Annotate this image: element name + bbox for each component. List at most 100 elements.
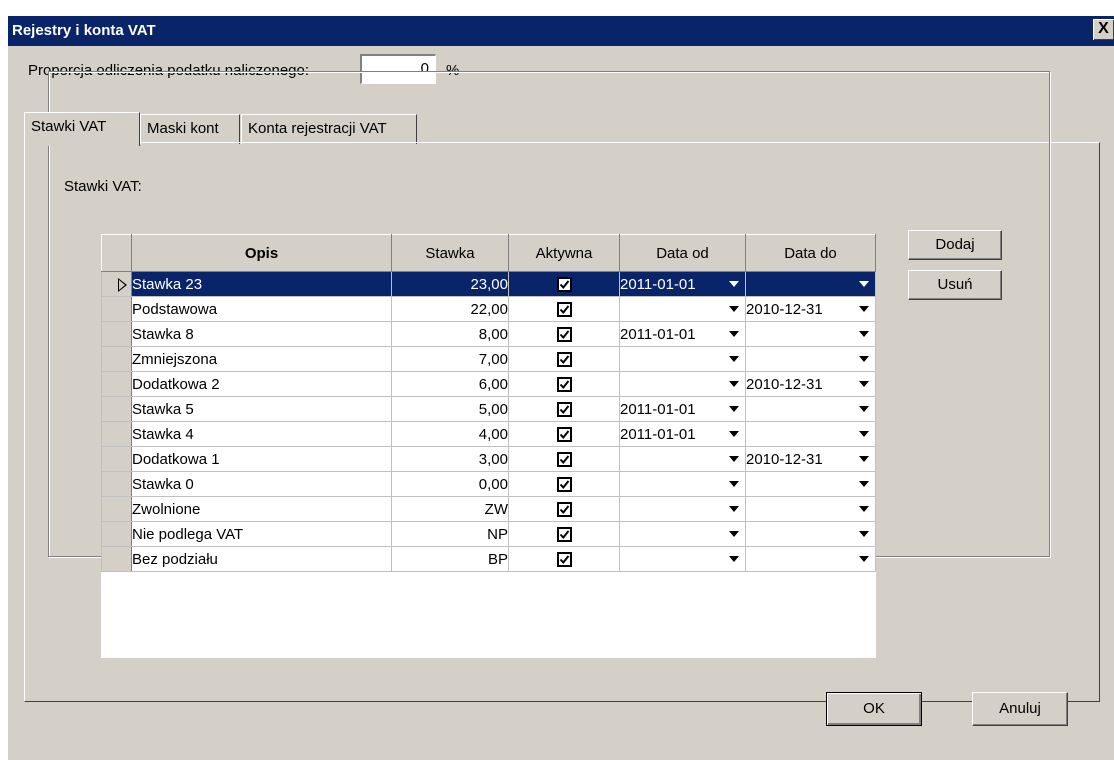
- cell-aktywna[interactable]: [508, 471, 620, 497]
- cell-data-od-combo[interactable]: 2011-01-01: [619, 321, 746, 347]
- dropdown-arrow-icon[interactable]: [859, 281, 869, 287]
- cell-data-do-combo[interactable]: [745, 396, 876, 422]
- dropdown-arrow-icon[interactable]: [859, 406, 869, 412]
- dropdown-arrow-icon[interactable]: [729, 556, 739, 562]
- cell-opis[interactable]: Dodatkowa 2: [131, 371, 392, 397]
- dropdown-arrow-icon[interactable]: [729, 381, 739, 387]
- cell-stawka[interactable]: BP: [391, 546, 509, 572]
- cell-data-do-combo[interactable]: 2010-12-31: [745, 446, 876, 472]
- cell-aktywna[interactable]: [508, 321, 620, 347]
- aktywna-checkbox[interactable]: [556, 552, 572, 568]
- cell-data-do-combo[interactable]: [745, 496, 876, 522]
- row-indicator[interactable]: [101, 321, 132, 347]
- dropdown-arrow-icon[interactable]: [859, 331, 869, 337]
- dropdown-arrow-icon[interactable]: [729, 331, 739, 337]
- cell-data-do-combo[interactable]: [745, 421, 876, 447]
- cell-opis[interactable]: Stawka 23: [131, 271, 392, 297]
- dropdown-arrow-icon[interactable]: [859, 431, 869, 437]
- dropdown-arrow-icon[interactable]: [859, 531, 869, 537]
- aktywna-checkbox[interactable]: [556, 277, 572, 293]
- cell-aktywna[interactable]: [508, 346, 620, 372]
- dropdown-arrow-icon[interactable]: [729, 306, 739, 312]
- cell-data-od-combo[interactable]: [619, 371, 746, 397]
- table-row[interactable]: Dodatkowa 2 6,00 2010-12-31: [101, 371, 876, 397]
- aktywna-checkbox[interactable]: [556, 502, 572, 518]
- aktywna-checkbox[interactable]: [556, 452, 572, 468]
- vat-rates-grid[interactable]: Opis Stawka Aktywna Data od Data do Staw…: [101, 234, 876, 658]
- cancel-button[interactable]: Anuluj: [972, 692, 1068, 726]
- row-indicator[interactable]: [101, 371, 132, 397]
- cell-opis[interactable]: Stawka 0: [131, 471, 392, 497]
- cell-opis[interactable]: Podstawowa: [131, 296, 392, 322]
- cell-data-od-combo[interactable]: 2011-01-01: [619, 421, 746, 447]
- cell-stawka[interactable]: 8,00: [391, 321, 509, 347]
- cell-stawka[interactable]: 5,00: [391, 396, 509, 422]
- table-row[interactable]: Stawka 4 4,00 2011-01-01: [101, 421, 876, 447]
- cell-stawka[interactable]: 0,00: [391, 471, 509, 497]
- aktywna-checkbox[interactable]: [556, 527, 572, 543]
- cell-aktywna[interactable]: [508, 271, 620, 297]
- aktywna-checkbox[interactable]: [556, 402, 572, 418]
- cell-aktywna[interactable]: [508, 546, 620, 572]
- title-bar[interactable]: Rejestry i konta VAT X: [8, 16, 1114, 46]
- cell-data-do-combo[interactable]: [745, 346, 876, 372]
- cell-data-od-combo[interactable]: [619, 471, 746, 497]
- cell-opis[interactable]: Stawka 5: [131, 396, 392, 422]
- dropdown-arrow-icon[interactable]: [729, 356, 739, 362]
- cell-aktywna[interactable]: [508, 396, 620, 422]
- table-row[interactable]: Dodatkowa 1 3,00 2010-12-31: [101, 446, 876, 472]
- dropdown-arrow-icon[interactable]: [859, 556, 869, 562]
- row-indicator[interactable]: [101, 446, 132, 472]
- cell-opis[interactable]: Dodatkowa 1: [131, 446, 392, 472]
- cell-stawka[interactable]: 22,00: [391, 296, 509, 322]
- aktywna-checkbox[interactable]: [556, 427, 572, 443]
- aktywna-checkbox[interactable]: [556, 352, 572, 368]
- column-header-stawka[interactable]: Stawka: [391, 234, 509, 272]
- cell-data-od-combo[interactable]: [619, 296, 746, 322]
- row-indicator[interactable]: [101, 271, 132, 297]
- delete-button[interactable]: Usuń: [908, 270, 1002, 300]
- cell-opis[interactable]: Stawka 8: [131, 321, 392, 347]
- cell-stawka[interactable]: 6,00: [391, 371, 509, 397]
- cell-aktywna[interactable]: [508, 296, 620, 322]
- table-row[interactable]: Zwolnione ZW: [101, 496, 876, 522]
- cell-aktywna[interactable]: [508, 496, 620, 522]
- cell-stawka[interactable]: 23,00: [391, 271, 509, 297]
- dropdown-arrow-icon[interactable]: [729, 406, 739, 412]
- close-button[interactable]: X: [1093, 19, 1114, 40]
- dropdown-arrow-icon[interactable]: [729, 281, 739, 287]
- table-row[interactable]: Stawka 8 8,00 2011-01-01: [101, 321, 876, 347]
- cell-opis[interactable]: Bez podziału: [131, 546, 392, 572]
- cell-data-od-combo[interactable]: [619, 496, 746, 522]
- cell-data-od-combo[interactable]: 2011-01-01: [619, 396, 746, 422]
- cell-data-do-combo[interactable]: [745, 321, 876, 347]
- cell-stawka[interactable]: ZW: [391, 496, 509, 522]
- cell-data-od-combo[interactable]: [619, 521, 746, 547]
- column-header-aktywna[interactable]: Aktywna: [508, 234, 620, 272]
- dropdown-arrow-icon[interactable]: [729, 431, 739, 437]
- dropdown-arrow-icon[interactable]: [729, 506, 739, 512]
- cell-data-od-combo[interactable]: [619, 446, 746, 472]
- cell-stawka[interactable]: 4,00: [391, 421, 509, 447]
- cell-aktywna[interactable]: [508, 421, 620, 447]
- cell-data-od-combo[interactable]: [619, 546, 746, 572]
- dropdown-arrow-icon[interactable]: [859, 381, 869, 387]
- add-button[interactable]: Dodaj: [908, 230, 1002, 260]
- table-row[interactable]: Stawka 5 5,00 2011-01-01: [101, 396, 876, 422]
- aktywna-checkbox[interactable]: [556, 477, 572, 493]
- column-header-data-do[interactable]: Data do: [745, 234, 876, 272]
- row-indicator[interactable]: [101, 521, 132, 547]
- cell-aktywna[interactable]: [508, 521, 620, 547]
- column-header-opis[interactable]: Opis: [131, 234, 392, 272]
- dropdown-arrow-icon[interactable]: [729, 456, 739, 462]
- cell-aktywna[interactable]: [508, 371, 620, 397]
- cell-opis[interactable]: Nie podlega VAT: [131, 521, 392, 547]
- row-indicator[interactable]: [101, 546, 132, 572]
- ok-button[interactable]: OK: [826, 692, 922, 726]
- cell-opis[interactable]: Zmniejszona: [131, 346, 392, 372]
- table-row[interactable]: Podstawowa 22,00 2010-12-31: [101, 296, 876, 322]
- cell-opis[interactable]: Zwolnione: [131, 496, 392, 522]
- cell-stawka[interactable]: 7,00: [391, 346, 509, 372]
- row-indicator[interactable]: [101, 346, 132, 372]
- table-row[interactable]: Stawka 0 0,00: [101, 471, 876, 497]
